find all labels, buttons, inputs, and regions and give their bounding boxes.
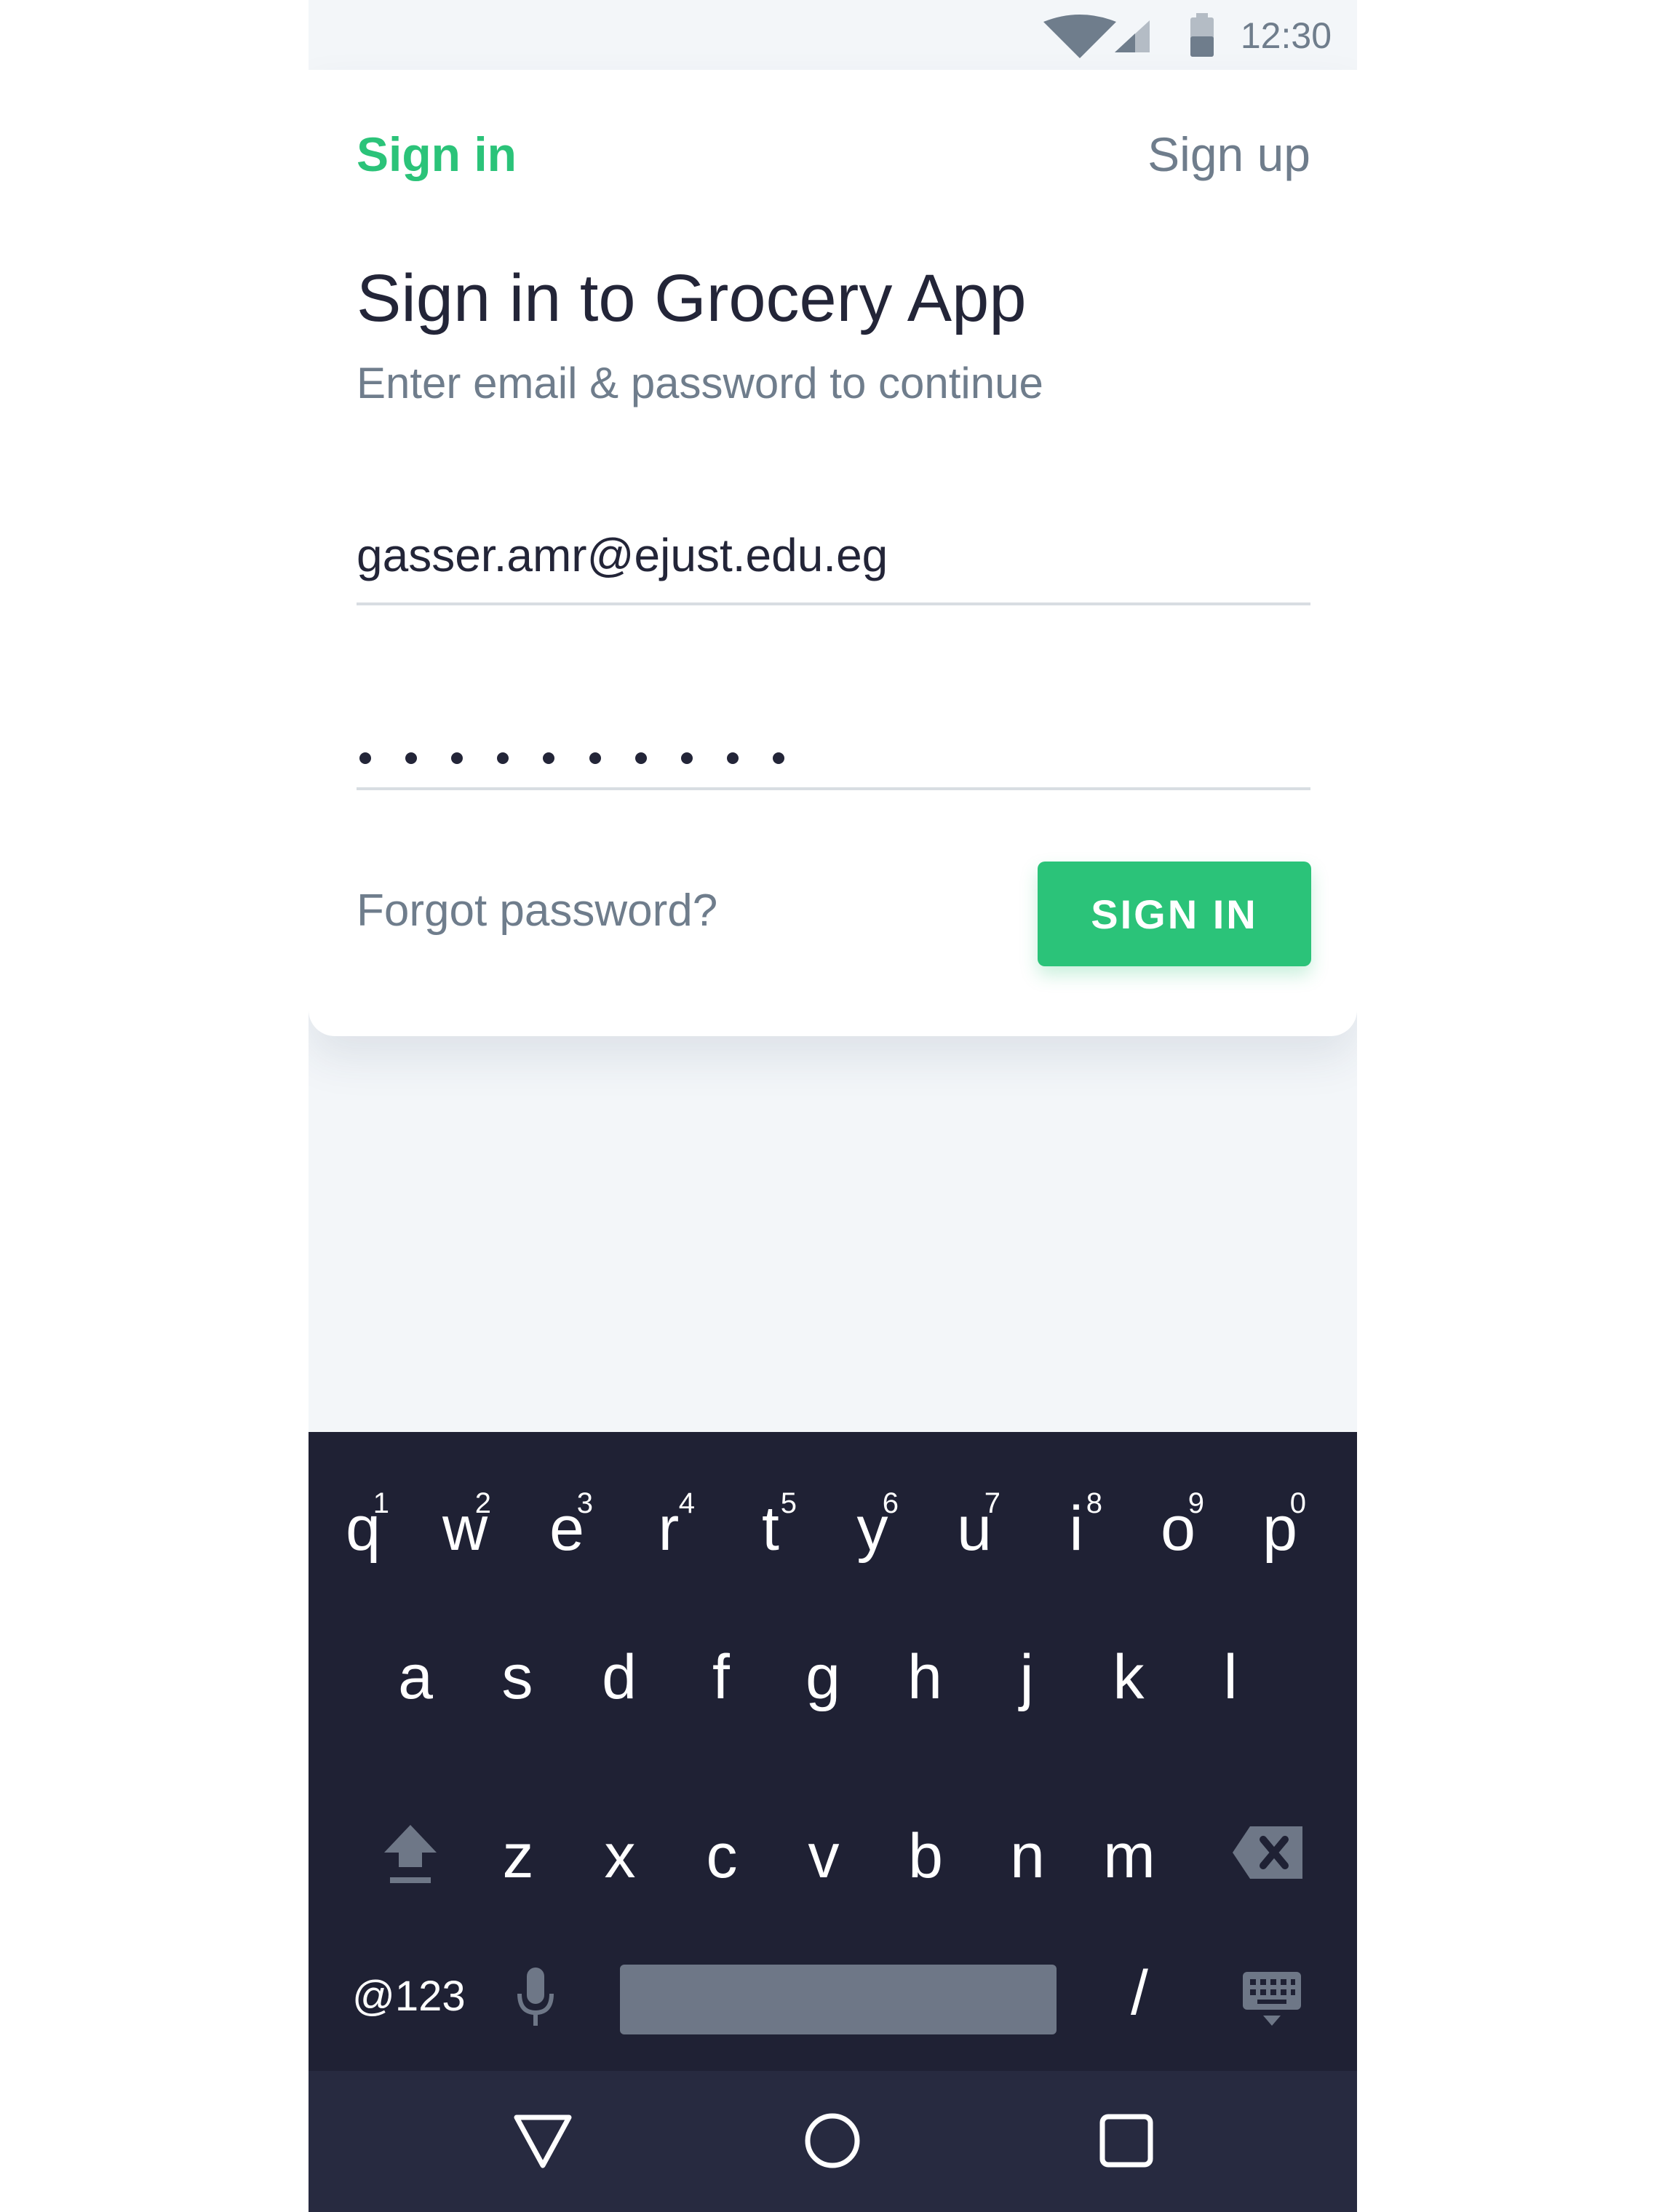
cellular-signal-icon — [1115, 20, 1150, 52]
page-subtitle: Enter email & password to continue — [357, 359, 1043, 407]
key-s[interactable]: s — [466, 1623, 568, 1732]
key-o[interactable]: o9 — [1127, 1474, 1229, 1583]
key-hint: 7 — [984, 1487, 1000, 1519]
key-z[interactable]: z — [467, 1802, 569, 1911]
key-p[interactable]: p0 — [1229, 1474, 1331, 1583]
page-title: Sign in to Grocery App — [357, 261, 1027, 335]
backspace-icon[interactable] — [1230, 1823, 1305, 1882]
sign-in-button[interactable]: SIGN IN — [1038, 862, 1311, 966]
microphone-icon[interactable] — [514, 1965, 557, 2030]
key-l[interactable]: l — [1179, 1623, 1281, 1732]
status-time: 12:30 — [1240, 15, 1332, 56]
tab-sign-in[interactable]: Sign in — [357, 127, 517, 182]
slash-key[interactable]: / — [1131, 1957, 1148, 2029]
symbols-key[interactable]: @123 — [352, 1972, 466, 2021]
status-bar: 12:30 — [309, 0, 1357, 70]
key-n[interactable]: n — [976, 1802, 1078, 1911]
battery-icon — [1190, 13, 1214, 57]
back-triangle-icon[interactable] — [512, 2113, 573, 2170]
key-hint: 0 — [1289, 1487, 1306, 1519]
key-hint: 6 — [882, 1487, 899, 1519]
key-h[interactable]: h — [874, 1623, 976, 1732]
spacebar[interactable] — [620, 1965, 1057, 2034]
key-c[interactable]: c — [671, 1802, 773, 1911]
key-label: t — [762, 1493, 779, 1564]
key-a[interactable]: a — [365, 1623, 466, 1732]
key-k[interactable]: k — [1078, 1623, 1179, 1732]
key-e[interactable]: e3 — [516, 1474, 618, 1583]
key-label: r — [658, 1493, 680, 1564]
key-j[interactable]: j — [976, 1623, 1078, 1732]
key-r[interactable]: r4 — [618, 1474, 720, 1583]
key-i[interactable]: i8 — [1025, 1474, 1127, 1583]
home-circle-icon[interactable] — [803, 2112, 862, 2170]
key-w[interactable]: w2 — [414, 1474, 516, 1583]
key-hint: 5 — [780, 1487, 797, 1519]
shift-icon[interactable] — [381, 1822, 439, 1887]
key-m[interactable]: m — [1078, 1802, 1180, 1911]
email-value: gasser.amr@ejust.edu.eg — [357, 529, 888, 581]
keyboard-switch-icon[interactable] — [1241, 1970, 1302, 2029]
key-b[interactable]: b — [875, 1802, 976, 1911]
key-y[interactable]: y6 — [821, 1474, 923, 1583]
key-hint: 3 — [576, 1487, 593, 1519]
key-hint: 2 — [474, 1487, 491, 1519]
key-t[interactable]: t5 — [720, 1474, 821, 1583]
key-d[interactable]: d — [568, 1623, 670, 1732]
key-u[interactable]: u7 — [923, 1474, 1025, 1583]
key-hint: 1 — [373, 1487, 389, 1519]
key-x[interactable]: x — [569, 1802, 671, 1911]
key-hint: 9 — [1187, 1487, 1204, 1519]
password-field[interactable] — [357, 739, 1310, 790]
sign-in-card: Sign in Sign up Sign in to Grocery App E… — [309, 70, 1357, 1036]
key-hint: 8 — [1086, 1487, 1102, 1519]
key-hint: 4 — [678, 1487, 695, 1519]
navigation-bar — [309, 2071, 1357, 2212]
forgot-password-link[interactable]: Forgot password? — [357, 885, 717, 936]
key-v[interactable]: v — [773, 1802, 875, 1911]
soft-keyboard: q1w2e3r4t5y6u7i8o9p0 asdfghjkl zxcvbnm @… — [309, 1432, 1357, 2071]
recents-square-icon[interactable] — [1099, 2113, 1154, 2168]
key-q[interactable]: q1 — [312, 1474, 414, 1583]
wifi-icon — [1043, 15, 1116, 58]
key-g[interactable]: g — [772, 1623, 874, 1732]
email-field[interactable]: gasser.amr@ejust.edu.eg — [357, 521, 1310, 605]
phone-screen: 12:30 Sign in Sign up Sign in to Grocery… — [309, 0, 1357, 2212]
tab-sign-up[interactable]: Sign up — [1147, 127, 1310, 182]
key-label: i — [1069, 1493, 1083, 1564]
key-f[interactable]: f — [670, 1623, 772, 1732]
